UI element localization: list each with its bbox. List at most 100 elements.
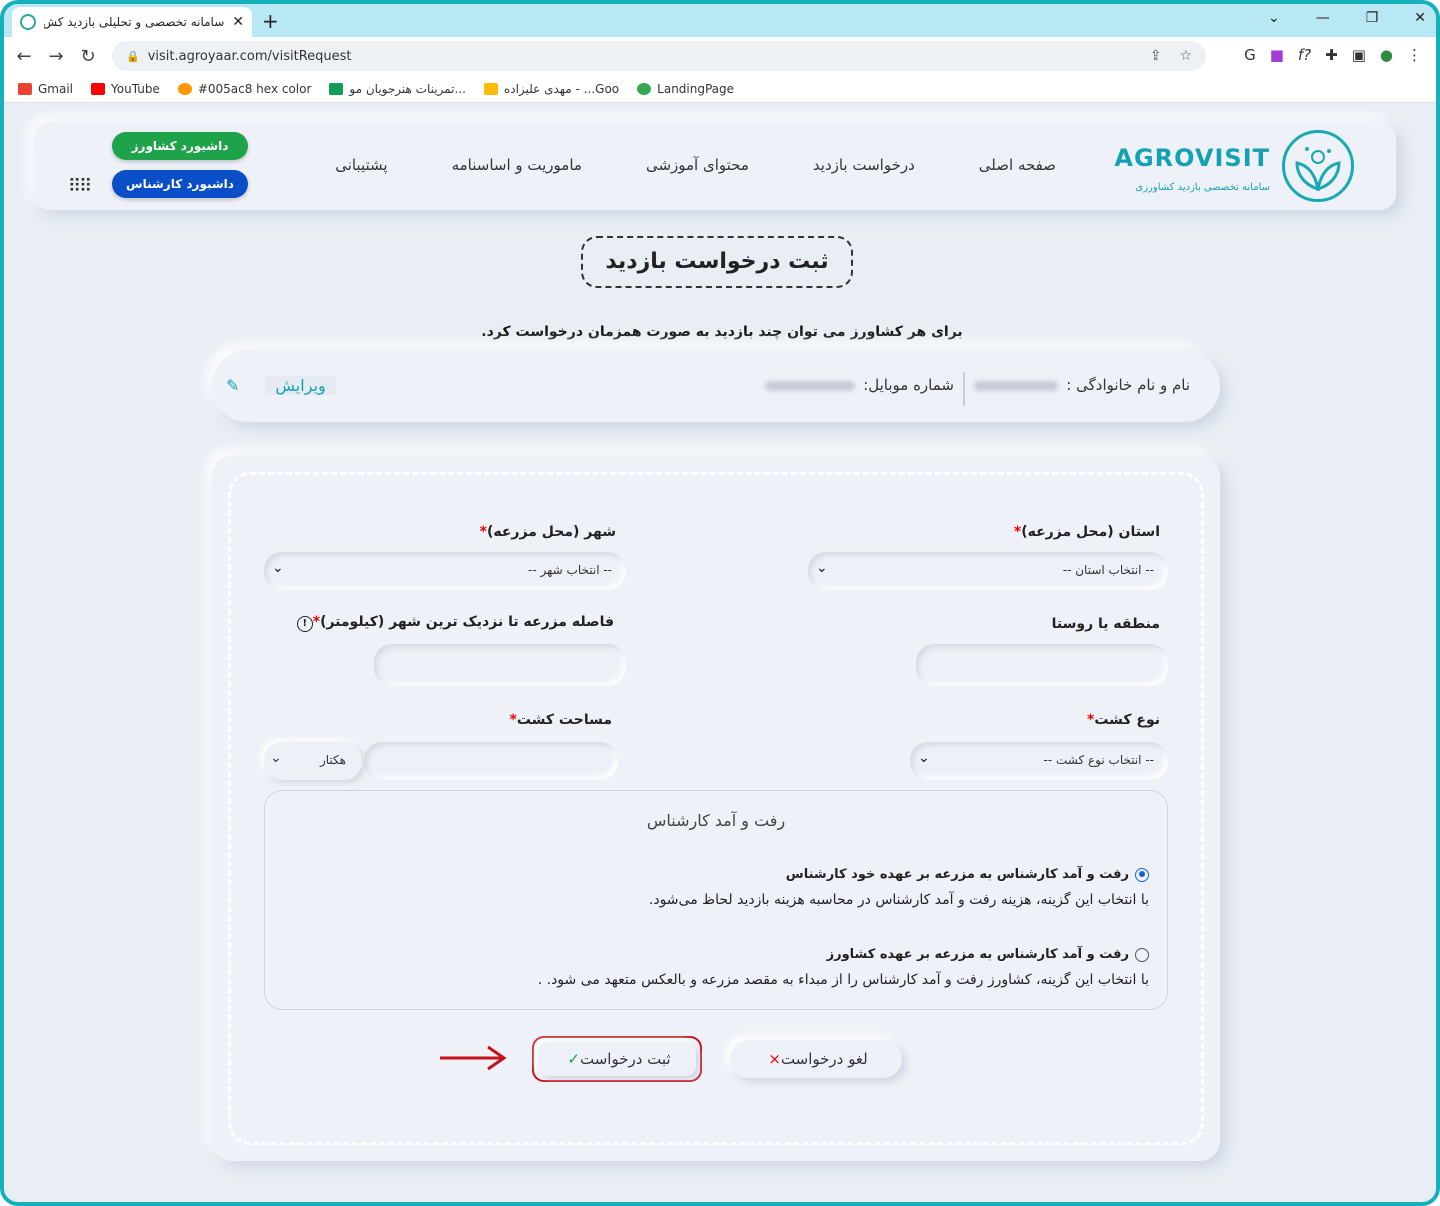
radio-unselected[interactable] xyxy=(1135,947,1149,962)
drive-icon xyxy=(483,82,498,95)
extension-color-icon[interactable]: ■ xyxy=(1270,46,1284,64)
tab-title: سامانه تخصصی و تحلیلی بازدید کش xyxy=(44,15,225,29)
reload-icon[interactable]: ↻ xyxy=(72,46,104,67)
tab-search-icon[interactable]: ⌄ xyxy=(1268,10,1280,26)
crop-type-label: نوع کشت* xyxy=(1086,712,1160,728)
extension-font-icon[interactable]: f? xyxy=(1298,46,1311,64)
bookmark-landingpage[interactable]: LandingPage xyxy=(637,82,734,96)
extensions-puzzle-icon[interactable]: ✚ xyxy=(1325,46,1338,64)
minimize-icon[interactable]: — xyxy=(1316,10,1330,26)
area-unit-select[interactable]: هکتار ⌄ xyxy=(264,742,362,780)
page-content: AGROVISIT سامانه تخصصی بازدید کشاورزی صف… xyxy=(4,104,1436,1202)
sheets-icon xyxy=(329,82,344,95)
site-header: AGROVISIT سامانه تخصصی بازدید کشاورزی صف… xyxy=(34,122,1396,210)
city-select[interactable]: -- انتخاب شهر -- ⌄ xyxy=(264,552,626,590)
lock-icon[interactable]: 🔒 xyxy=(126,50,140,63)
expert-dashboard-button[interactable]: داشبورد کارشناس xyxy=(112,170,248,198)
close-window-icon[interactable]: ✕ xyxy=(1414,10,1426,26)
apps-grid-icon[interactable]: ⠿⠿ xyxy=(68,176,92,197)
province-placeholder: -- انتخاب استان -- xyxy=(1062,563,1154,577)
forward-icon[interactable]: → xyxy=(40,46,72,67)
close-icon: × xyxy=(768,1050,781,1068)
edit-label: ویرایش xyxy=(265,376,336,395)
chevron-down-icon: ⌄ xyxy=(272,560,284,576)
back-icon[interactable]: ← xyxy=(8,46,40,67)
youtube-icon xyxy=(91,82,106,95)
menu-item-mission[interactable]: ماموریت و اساسنامه xyxy=(452,156,582,174)
profile-avatar-icon[interactable]: ● xyxy=(1380,46,1393,64)
url-text: visit.agroyaar.com/visitRequest xyxy=(147,48,352,64)
crop-type-select[interactable]: -- انتخاب نوع کشت -- ⌄ xyxy=(910,742,1168,780)
extension-g-icon[interactable]: G xyxy=(1244,46,1256,64)
menu-item-visit-request[interactable]: درخواست بازدید xyxy=(813,156,915,174)
bookmarks-bar: Gmail YouTube #005ac8 hex color تمرینات … xyxy=(4,75,1436,103)
travel-options-box: رفت و آمد کارشناس رفت و آمد کارشناس به م… xyxy=(264,790,1168,1010)
restore-icon[interactable]: ❐ xyxy=(1366,10,1379,26)
travel-title: رفت و آمد کارشناس xyxy=(646,811,786,830)
travel-option-expert[interactable]: رفت و آمد کارشناس به مزرعه بر عهده خود ک… xyxy=(269,867,1149,908)
bookmark-drive[interactable]: مهدی علیزاده - ...Goo xyxy=(483,82,619,96)
browser-tab[interactable]: سامانه تخصصی و تحلیلی بازدید کش ✕ xyxy=(12,7,252,37)
blurred-name xyxy=(974,380,1059,391)
option2-title: رفت و آمد کارشناس به مزرعه بر عهده کشاور… xyxy=(826,947,1129,962)
distance-label: فاصله مزرعه تا نزدیک ترین شهر (کیلومتر)*… xyxy=(295,614,614,632)
bookmark-youtube[interactable]: YouTube xyxy=(91,82,160,96)
region-label: منطقه یا روستا xyxy=(1051,616,1160,632)
leaf-logo-shape xyxy=(1295,147,1341,192)
distance-input[interactable] xyxy=(374,644,626,686)
option2-description: با انتخاب این گزینه، کشاورز رفت و آمد کا… xyxy=(537,972,1149,988)
area-input[interactable] xyxy=(364,742,618,780)
user-name-label: نام و نام خانوادگی : xyxy=(1066,376,1190,394)
sidebar-icon[interactable]: ▣ xyxy=(1352,46,1366,64)
menu-item-education[interactable]: محتوای آموزشی xyxy=(646,156,749,174)
pencil-icon: ✎ xyxy=(226,376,240,395)
area-unit-value: هکتار xyxy=(319,753,346,767)
gmail-icon xyxy=(18,82,32,95)
extensions-bar: G ■ f? ✚ ▣ ● ⋮ xyxy=(1244,46,1422,64)
url-field[interactable]: 🔒 visit.agroyaar.com/visitRequest ⇪ ☆ xyxy=(112,41,1206,71)
submit-request-button[interactable]: ثبت درخواست✓ xyxy=(532,1036,702,1082)
cancel-label: لغو درخواست xyxy=(780,1050,868,1068)
new-tab-button[interactable]: + xyxy=(262,9,279,33)
farmer-dashboard-button[interactable]: داشبورد کشاورز xyxy=(112,132,248,160)
crop-type-placeholder: -- انتخاب نوع کشت -- xyxy=(1043,753,1154,767)
bookmark-star-icon[interactable]: ☆ xyxy=(1179,48,1192,64)
edit-button[interactable]: ویرایش ✎ xyxy=(226,376,336,395)
city-label: شهر (محل مزرعه)* xyxy=(479,524,616,540)
bookmark-gmail[interactable]: Gmail xyxy=(18,82,73,96)
submit-label: ثبت درخواست xyxy=(579,1050,671,1068)
user-name: نام و نام خانوادگی : xyxy=(974,376,1190,394)
mobile-label: شماره موبایل: xyxy=(863,376,954,394)
menu-item-home[interactable]: صفحه اصلی xyxy=(979,156,1056,174)
menu-item-support[interactable]: پشتیبانی xyxy=(335,156,387,174)
bookmark-hex-color[interactable]: #005ac8 hex color xyxy=(177,82,311,96)
chevron-down-icon: ⌄ xyxy=(816,560,828,576)
option1-title: رفت و آمد کارشناس به مزرعه بر عهده خود ک… xyxy=(785,867,1129,882)
landingpage-icon xyxy=(637,82,652,95)
window-controls: ⌄ — ❐ ✕ xyxy=(1268,10,1426,26)
option1-description: با انتخاب این گزینه، هزینه رفت و آمد کار… xyxy=(648,892,1149,908)
region-input[interactable] xyxy=(916,644,1168,686)
logo-subtitle: سامانه تخصصی بازدید کشاورزی xyxy=(1135,182,1270,193)
province-select[interactable]: -- انتخاب استان -- ⌄ xyxy=(808,552,1168,590)
chevron-down-icon: ⌄ xyxy=(270,750,282,766)
cancel-request-button[interactable]: لغو درخواست× xyxy=(730,1040,902,1078)
close-tab-icon[interactable]: ✕ xyxy=(232,14,244,30)
bookmark-sheets[interactable]: تمرینات هنرجویان مو... xyxy=(329,82,466,96)
leaf-logo-icon xyxy=(1282,130,1354,202)
travel-option-farmer[interactable]: رفت و آمد کارشناس به مزرعه بر عهده کشاور… xyxy=(269,947,1149,988)
visit-request-form: استان (محل مزرعه)* -- انتخاب استان -- ⌄ … xyxy=(212,456,1220,1161)
province-label: استان (محل مزرعه)* xyxy=(1013,524,1160,540)
share-icon[interactable]: ⇪ xyxy=(1150,48,1162,64)
page-title: ثبت درخواست بازدید xyxy=(581,236,853,288)
chevron-down-icon: ⌄ xyxy=(918,750,930,766)
info-icon[interactable]: ! xyxy=(296,616,313,632)
page-subtitle: برای هر کشاورز می توان چند بازدید به صور… xyxy=(481,324,963,340)
browser-window: سامانه تخصصی و تحلیلی بازدید کش ✕ + ⌄ — … xyxy=(0,0,1440,1206)
hex-color-icon xyxy=(177,82,192,95)
site-logo[interactable]: AGROVISIT سامانه تخصصی بازدید کشاورزی xyxy=(1114,130,1354,202)
user-info-bar: نام و نام خانوادگی : شماره موبایل: ویرای… xyxy=(212,350,1220,422)
radio-selected[interactable] xyxy=(1135,867,1149,882)
tab-bar: سامانه تخصصی و تحلیلی بازدید کش ✕ + ⌄ — … xyxy=(4,4,1436,37)
more-menu-icon[interactable]: ⋮ xyxy=(1407,46,1422,64)
